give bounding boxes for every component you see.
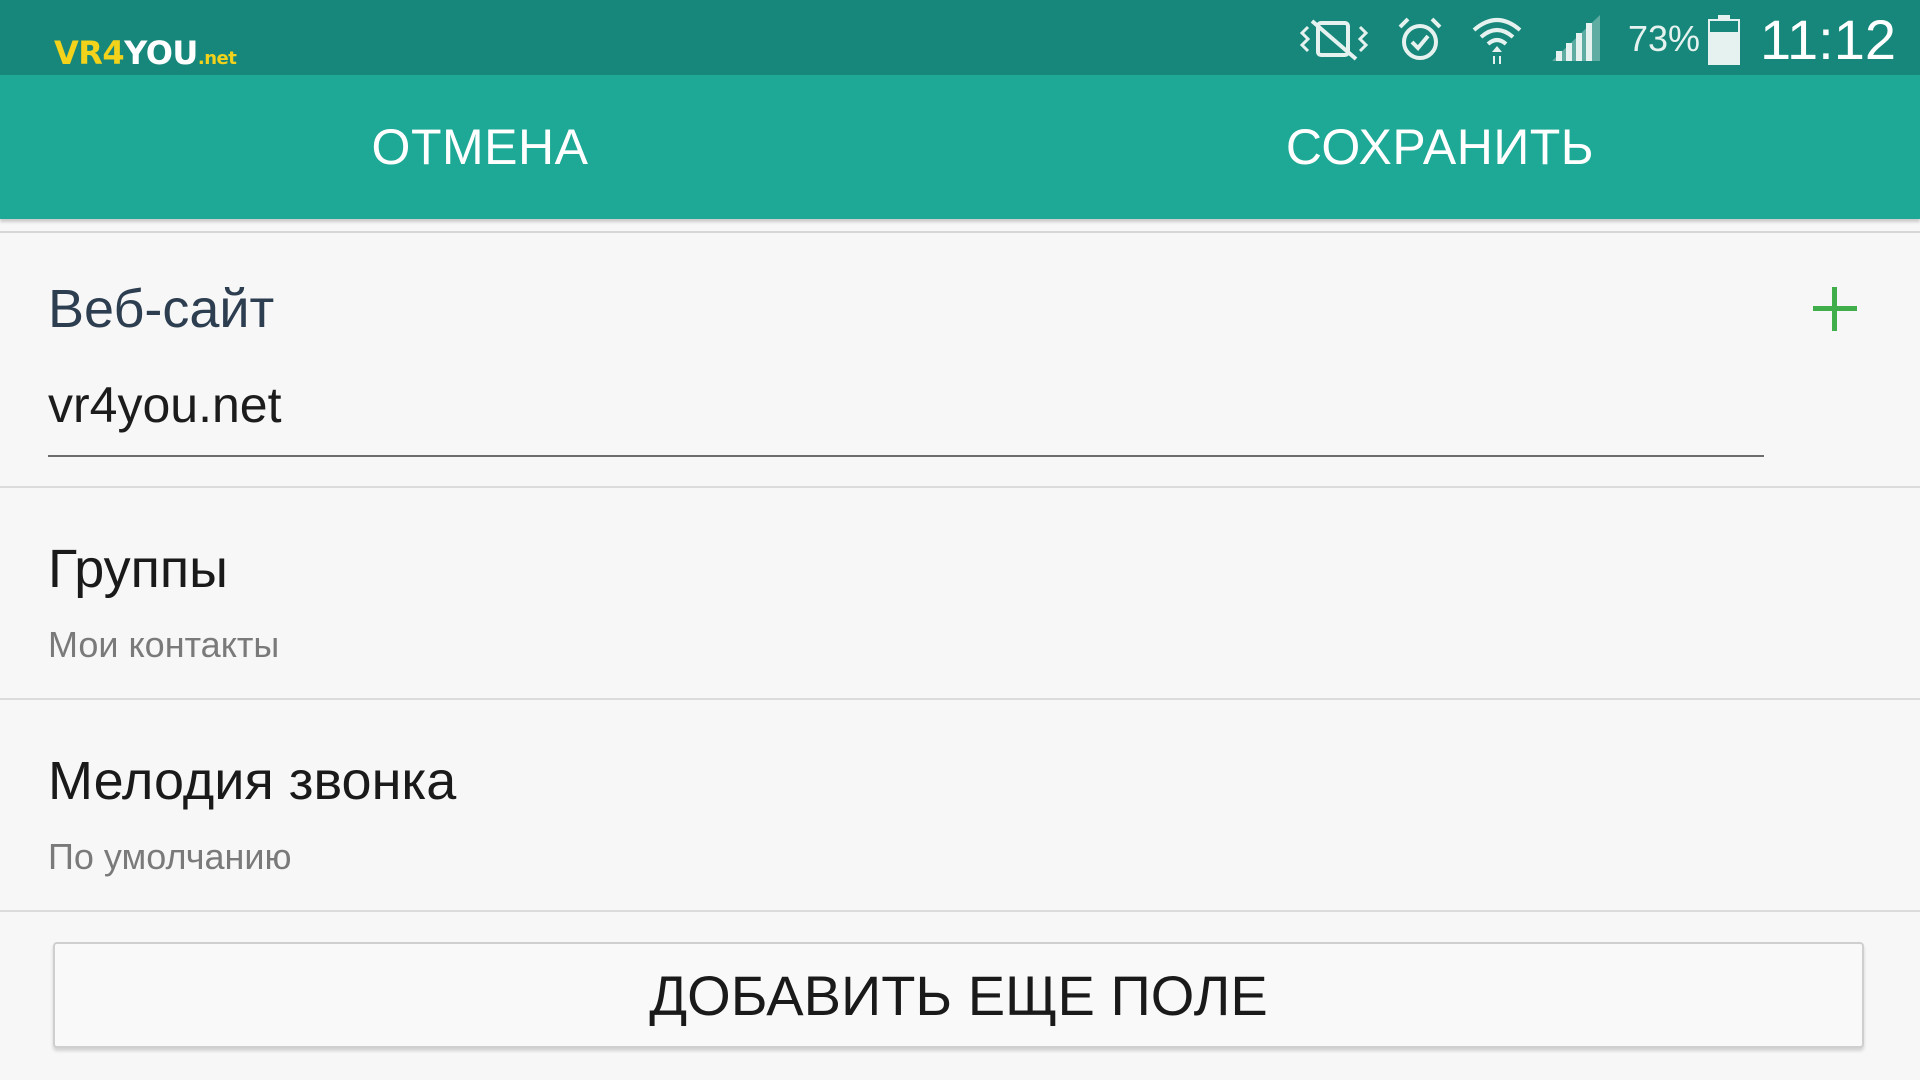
ringtone-value: По умолчанию	[48, 836, 292, 877]
website-label: Веб-сайт	[48, 279, 275, 339]
website-input-underline	[48, 455, 1764, 457]
save-button[interactable]: СОХРАНИТЬ	[960, 75, 1920, 219]
groups-row[interactable]	[0, 488, 1920, 698]
status-bar: VR4YOU.net 73% 11:12	[0, 0, 1920, 75]
watermark-logo: VR4YOU.net	[54, 34, 237, 72]
clock: 11:12	[1760, 7, 1896, 71]
website-input[interactable]: vr4you.net	[48, 376, 281, 434]
battery-percent: 73%	[1627, 18, 1701, 59]
add-field-button[interactable]: ДОБАВИТЬ ЕЩЕ ПОЛЕ	[53, 942, 1864, 1048]
groups-label: Группы	[48, 539, 228, 599]
signal-icon	[1550, 13, 1602, 65]
ringtone-label: Мелодия звонка	[48, 751, 457, 811]
groups-value: Мои контакты	[48, 624, 280, 665]
plus-icon[interactable]	[1810, 284, 1860, 334]
vibrate-mute-icon	[1298, 17, 1370, 61]
divider	[0, 910, 1920, 912]
alarm-icon	[1396, 15, 1444, 63]
top-divider	[0, 231, 1920, 233]
battery-icon	[1708, 13, 1741, 65]
cancel-button[interactable]: ОТМЕНА	[0, 75, 960, 219]
status-icons: 73% 11:12	[1298, 6, 1896, 72]
action-bar: ОТМЕНА СОХРАНИТЬ	[0, 75, 1920, 219]
wifi-icon	[1470, 12, 1524, 66]
